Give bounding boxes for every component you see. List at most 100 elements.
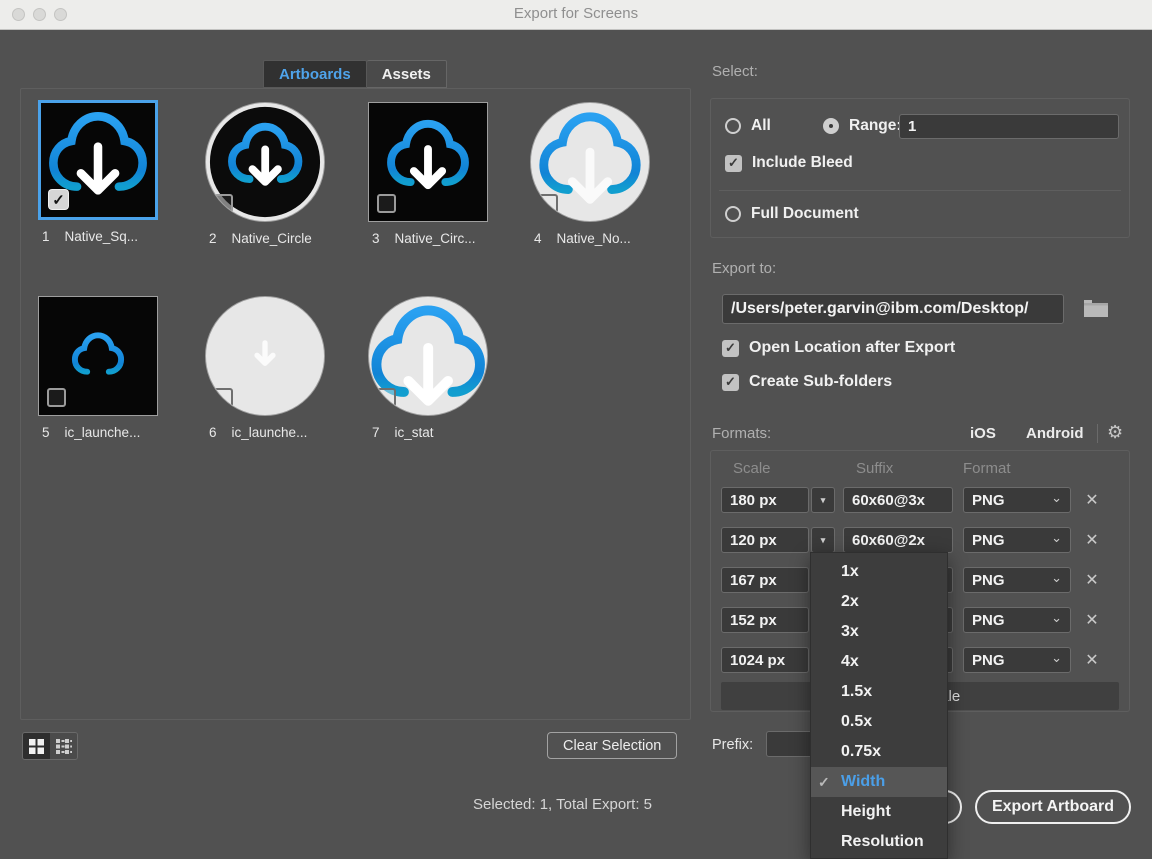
suffix-input[interactable]: 60x60@2x	[843, 527, 953, 553]
artboard-6-preview[interactable]	[205, 296, 325, 416]
artboard-thumb-7[interactable]: 7 ic_stat	[368, 296, 496, 440]
format-select[interactable]: PNG⌄	[963, 527, 1071, 553]
artboard-5-label: 5 ic_launche...	[38, 425, 166, 440]
artboard-number: 5	[42, 425, 50, 440]
format-value: PNG	[972, 492, 1005, 509]
radio-range-circle[interactable]	[823, 118, 839, 134]
scale-input[interactable]: 180 px	[721, 487, 809, 513]
selection-summary: Selected: 1, Total Export: 5	[473, 796, 652, 813]
scale-unit-dropdown-button[interactable]: ▾	[811, 527, 835, 553]
view-mode-toggle	[22, 732, 78, 760]
delete-row-button[interactable]: ✕	[1081, 649, 1103, 671]
artboard-thumb-1[interactable]: ✓ 1 Native_Sq...	[38, 100, 166, 244]
format-select[interactable]: PNG⌄	[963, 567, 1071, 593]
list-view-icon	[56, 739, 72, 754]
menu-item-height[interactable]: Height	[811, 797, 947, 827]
open-location-checkbox[interactable]: ✓	[722, 340, 739, 357]
triangle-down-icon: ▾	[821, 495, 826, 506]
format-value: PNG	[972, 532, 1005, 549]
scale-unit-menu: 1x 2x 3x 4x 1.5x 0.5x 0.75x ✓ Width Heig…	[810, 552, 948, 859]
format-select[interactable]: PNG⌄	[963, 487, 1071, 513]
artboard-1-preview[interactable]: ✓	[38, 100, 158, 220]
delete-row-button[interactable]: ✕	[1081, 569, 1103, 591]
window-title: Export for Screens	[0, 5, 1152, 22]
choose-folder-button[interactable]	[1083, 297, 1109, 319]
artboard-3-checkbox[interactable]	[377, 194, 396, 213]
artboard-thumb-5[interactable]: 5 ic_launche...	[38, 296, 166, 440]
prefix-label: Prefix:	[712, 737, 753, 753]
artboard-2-checkbox[interactable]	[214, 194, 233, 213]
check-icon: ✓	[728, 155, 739, 171]
menu-item-1-5x[interactable]: 1.5x	[811, 677, 947, 707]
clear-selection-button[interactable]: Clear Selection	[547, 732, 677, 759]
artboard-7-preview[interactable]	[368, 296, 488, 416]
preset-android-link[interactable]: Android	[1026, 425, 1084, 442]
list-view-button[interactable]	[50, 733, 77, 759]
titlebar: Export for Screens	[0, 0, 1152, 30]
tab-artboards[interactable]: Artboards	[263, 60, 367, 88]
scale-unit-dropdown-button[interactable]: ▾	[811, 487, 835, 513]
artboard-2-preview[interactable]	[205, 102, 325, 222]
export-path-input[interactable]: /Users/peter.garvin@ibm.com/Desktop/	[722, 294, 1064, 324]
menu-item-4x[interactable]: 4x	[811, 647, 947, 677]
format-select[interactable]: PNG⌄	[963, 607, 1071, 633]
menu-item-1x[interactable]: 1x	[811, 557, 947, 587]
artboard-thumb-3[interactable]: 3 Native_Circ...	[368, 102, 496, 246]
artboard-thumb-2[interactable]: 2 Native_Circle	[205, 102, 333, 246]
artboard-4-checkbox[interactable]	[539, 194, 558, 213]
column-header-suffix: Suffix	[856, 460, 893, 477]
radio-all-circle[interactable]	[725, 118, 741, 134]
include-bleed-checkbox[interactable]: ✓	[725, 155, 742, 172]
artboard-name: Native_No...	[557, 231, 631, 246]
column-header-scale: Scale	[733, 460, 771, 477]
menu-item-width[interactable]: ✓ Width	[811, 767, 947, 797]
delete-row-button[interactable]: ✕	[1081, 529, 1103, 551]
artboard-5-preview[interactable]	[38, 296, 158, 416]
radio-range[interactable]: Range:	[823, 117, 902, 135]
radio-all[interactable]: All	[725, 117, 771, 135]
menu-item-resolution[interactable]: Resolution	[811, 827, 947, 857]
create-subfolders-row[interactable]: ✓ Create Sub-folders	[722, 373, 892, 391]
export-artboard-button[interactable]: Export Artboard	[975, 790, 1131, 824]
menu-item-3x[interactable]: 3x	[811, 617, 947, 647]
artboard-5-checkbox[interactable]	[47, 388, 66, 407]
artboard-4-preview[interactable]	[530, 102, 650, 222]
artboard-thumb-6[interactable]: 6 ic_launche...	[205, 296, 333, 440]
tab-assets[interactable]: Assets	[367, 60, 447, 88]
menu-item-2x[interactable]: 2x	[811, 587, 947, 617]
artboard-2-label: 2 Native_Circle	[205, 231, 333, 246]
format-select[interactable]: PNG⌄	[963, 647, 1071, 673]
radio-full-document-circle[interactable]	[725, 206, 741, 222]
range-input[interactable]: 1	[899, 114, 1119, 139]
scale-input[interactable]: 120 px	[721, 527, 809, 553]
menu-item-0-5x[interactable]: 0.5x	[811, 707, 947, 737]
scale-input[interactable]: 1024 px	[721, 647, 809, 673]
gear-icon[interactable]: ⚙	[1107, 422, 1123, 443]
format-row: 180 px ▾ 60x60@3x PNG⌄ ✕	[711, 487, 1129, 513]
grid-view-button[interactable]	[23, 733, 50, 759]
delete-row-button[interactable]: ✕	[1081, 489, 1103, 511]
artboard-3-preview[interactable]	[368, 102, 488, 222]
suffix-input[interactable]: 60x60@3x	[843, 487, 953, 513]
artboard-number: 6	[209, 425, 217, 440]
scale-input[interactable]: 152 px	[721, 607, 809, 633]
artboard-7-checkbox[interactable]	[377, 388, 396, 407]
artboard-6-checkbox[interactable]	[214, 388, 233, 407]
open-location-row[interactable]: ✓ Open Location after Export	[722, 339, 955, 357]
chevron-down-icon: ⌄	[1051, 610, 1062, 626]
format-row: 120 px ▾ 60x60@2x PNG⌄ ✕	[711, 527, 1129, 553]
create-subfolders-checkbox[interactable]: ✓	[722, 374, 739, 391]
preset-ios-link[interactable]: iOS	[970, 425, 996, 442]
artboard-4-label: 4 Native_No...	[530, 231, 658, 246]
artboard-number: 7	[372, 425, 380, 440]
format-value: PNG	[972, 572, 1005, 589]
radio-full-document[interactable]: Full Document	[725, 205, 859, 223]
menu-item-0-75x[interactable]: 0.75x	[811, 737, 947, 767]
artboard-1-checkbox[interactable]: ✓	[49, 190, 68, 209]
grid-view-icon	[29, 739, 44, 754]
delete-row-button[interactable]: ✕	[1081, 609, 1103, 631]
artboard-thumb-4[interactable]: 4 Native_No...	[530, 102, 658, 246]
radio-full-document-label: Full Document	[751, 205, 859, 223]
scale-input[interactable]: 167 px	[721, 567, 809, 593]
include-bleed-row[interactable]: ✓ Include Bleed	[725, 154, 853, 172]
